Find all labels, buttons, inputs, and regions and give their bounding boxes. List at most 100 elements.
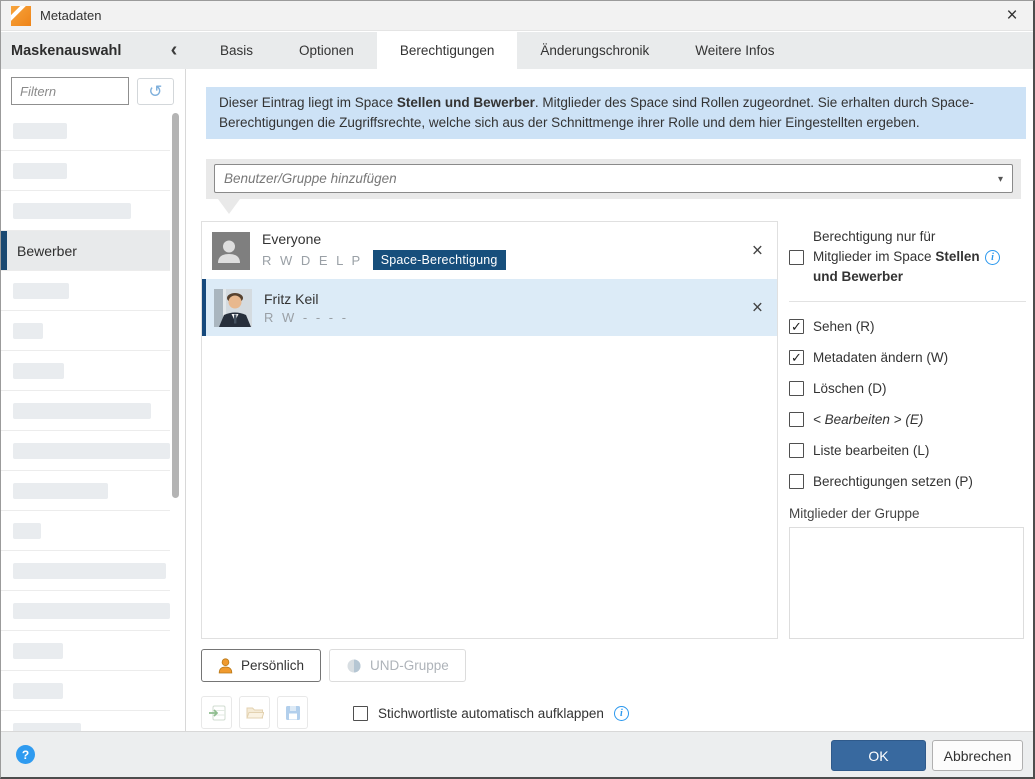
dialog-footer: ? OK Abbrechen — [1, 731, 1033, 777]
space-permission-badge: Space-Berechtigung — [373, 250, 506, 270]
import-keyword-icon — [208, 705, 226, 721]
permission-checkbox-list: ✓Sehen (R)✓Metadaten ändern (W)✓Löschen … — [789, 311, 1026, 497]
open-folder-button[interactable] — [239, 696, 270, 729]
person-icon — [218, 658, 233, 674]
personal-button-label: Persönlich — [241, 658, 304, 673]
permission-checkbox-sehen-r-[interactable]: ✓ — [789, 319, 804, 334]
info-icon[interactable]: i — [985, 250, 1000, 265]
redacted-text-bar — [13, 363, 64, 379]
redacted-text-bar — [13, 483, 108, 499]
info-icon[interactable]: i — [614, 706, 629, 721]
redacted-text-bar — [13, 323, 43, 339]
keyword-auto-expand-checkbox[interactable]: ✓ — [353, 706, 368, 721]
remove-member-icon[interactable]: × — [752, 298, 763, 317]
sidebar-item-placeholder[interactable] — [1, 151, 170, 191]
sidebar-item-placeholder[interactable] — [1, 351, 170, 391]
scope-checkbox[interactable]: ✓ — [789, 250, 804, 265]
import-keyword-button[interactable] — [201, 696, 232, 729]
add-user-group-input[interactable] — [214, 164, 1013, 193]
and-group-button-label: UND-Gruppe — [370, 658, 449, 673]
permission-checkbox--bearbeiten-e-[interactable]: ✓ — [789, 412, 804, 427]
and-group-button[interactable]: UND-Gruppe — [329, 649, 466, 682]
redacted-text-bar — [13, 203, 131, 219]
sidebar-item-placeholder[interactable] — [1, 551, 170, 591]
open-folder-icon — [246, 705, 264, 720]
redacted-text-bar — [13, 283, 69, 299]
member-row-fritz-keil[interactable]: Fritz KeilR W - - - - × — [202, 279, 777, 336]
title-bar: Metadaten × — [1, 1, 1033, 31]
tab-basis[interactable]: Basis — [197, 32, 276, 69]
tab-strip: Maskenauswahl ‹ BasisOptionenBerechtigun… — [1, 32, 1033, 69]
redacted-text-bar — [13, 523, 41, 539]
sidebar-item-placeholder[interactable] — [1, 631, 170, 671]
sidebar-item-placeholder[interactable] — [1, 111, 170, 151]
space-info-banner: Dieser Eintrag liegt im Space Stellen un… — [206, 87, 1026, 139]
sidebar-scrollbar[interactable] — [172, 113, 179, 498]
sidebar-item-bewerber[interactable]: Bewerber — [1, 231, 170, 271]
cancel-button[interactable]: Abbrechen — [932, 740, 1023, 771]
redacted-text-bar — [13, 603, 170, 619]
member-name: Everyone — [262, 231, 506, 247]
help-icon[interactable]: ? — [16, 745, 35, 764]
keyword-toolbar — [201, 696, 308, 729]
sidebar-item-placeholder[interactable] — [1, 391, 170, 431]
window-title: Metadaten — [40, 8, 101, 23]
member-row-everyone[interactable]: EveryoneR W D E L PSpace-Berechtigung × — [202, 222, 777, 279]
sidebar-item-placeholder[interactable] — [1, 711, 170, 731]
user-avatar — [214, 289, 252, 327]
sidebar-item-placeholder[interactable] — [1, 471, 170, 511]
sidebar-header: Maskenauswahl — [11, 32, 121, 69]
keyword-checkbox-row: ✓ Stichwortliste automatisch aufklappen … — [353, 698, 629, 729]
collapse-sidebar-icon[interactable]: ‹ — [164, 32, 184, 69]
permission-checkbox-löschen-d-[interactable]: ✓ — [789, 381, 804, 396]
permission-members-panel: EveryoneR W D E L PSpace-Berechtigung×Fr… — [201, 221, 778, 639]
keyword-checkbox-label: Stichwortliste automatisch aufklappen — [378, 706, 604, 721]
permission-checkbox-metadaten-ändern-w-[interactable]: ✓ — [789, 350, 804, 365]
member-info: EveryoneR W D E L PSpace-Berechtigung — [262, 231, 506, 270]
sidebar-item-placeholder[interactable] — [1, 191, 170, 231]
permission-row: ✓ Liste bearbeiten (L) — [789, 435, 1026, 466]
permission-label: Liste bearbeiten (L) — [813, 443, 929, 458]
permission-label: Metadaten ändern (W) — [813, 350, 948, 365]
tab-optionen[interactable]: Optionen — [276, 32, 377, 69]
permission-label: < Bearbeiten > (E) — [813, 412, 923, 427]
redacted-text-bar — [13, 443, 170, 459]
permission-label: Berechtigungen setzen (P) — [813, 474, 973, 489]
banner-space-name: Stellen und Bewerber — [397, 95, 535, 110]
redacted-text-bar — [13, 723, 81, 732]
redacted-text-bar — [13, 683, 63, 699]
sidebar-item-placeholder[interactable] — [1, 311, 170, 351]
metadata-dialog: Metadaten × Maskenauswahl ‹ BasisOptione… — [0, 0, 1035, 779]
permission-row: ✓ Löschen (D) — [789, 373, 1026, 404]
filter-row: ↺ — [1, 69, 185, 111]
permission-row: ✓ Berechtigungen setzen (P) — [789, 466, 1026, 497]
redacted-text-bar — [13, 403, 151, 419]
ok-button[interactable]: OK — [831, 740, 926, 771]
permission-checkbox-berechtigungen-setzen-p-[interactable]: ✓ — [789, 474, 804, 489]
save-button[interactable] — [277, 696, 308, 729]
personal-button[interactable]: Persönlich — [201, 649, 321, 682]
filter-input[interactable] — [11, 77, 129, 105]
permission-checkbox-liste-bearbeiten-l-[interactable]: ✓ — [789, 443, 804, 458]
sidebar-item-placeholder[interactable] — [1, 511, 170, 551]
permission-row: ✓ Metadaten ändern (W) — [789, 342, 1026, 373]
tab-weitere-infos[interactable]: Weitere Infos — [672, 32, 797, 69]
sidebar-item-label: Bewerber — [17, 243, 77, 259]
sidebar-item-placeholder[interactable] — [1, 591, 170, 631]
remove-member-icon[interactable]: × — [752, 241, 763, 260]
close-icon[interactable]: × — [1001, 5, 1023, 27]
tab-berechtigungen[interactable]: Berechtigungen — [377, 32, 518, 69]
sidebar-item-placeholder[interactable] — [1, 671, 170, 711]
redacted-text-bar — [13, 123, 67, 139]
sidebar-item-placeholder[interactable] — [1, 431, 170, 471]
scope-label: Berechtigung nur für Mitglieder im Space… — [813, 227, 981, 287]
banner-text: Dieser Eintrag liegt im Space — [219, 95, 397, 110]
member-info: Fritz KeilR W - - - - — [264, 291, 349, 325]
refresh-button[interactable]: ↺ — [137, 78, 174, 105]
sidebar-item-placeholder[interactable] — [1, 271, 170, 311]
mask-sidebar: ↺ Bewerber — [1, 69, 186, 731]
group-members-box — [789, 527, 1024, 639]
tab-änderungschronik[interactable]: Änderungschronik — [517, 32, 672, 69]
redacted-text-bar — [13, 163, 67, 179]
permission-label: Löschen (D) — [813, 381, 887, 396]
